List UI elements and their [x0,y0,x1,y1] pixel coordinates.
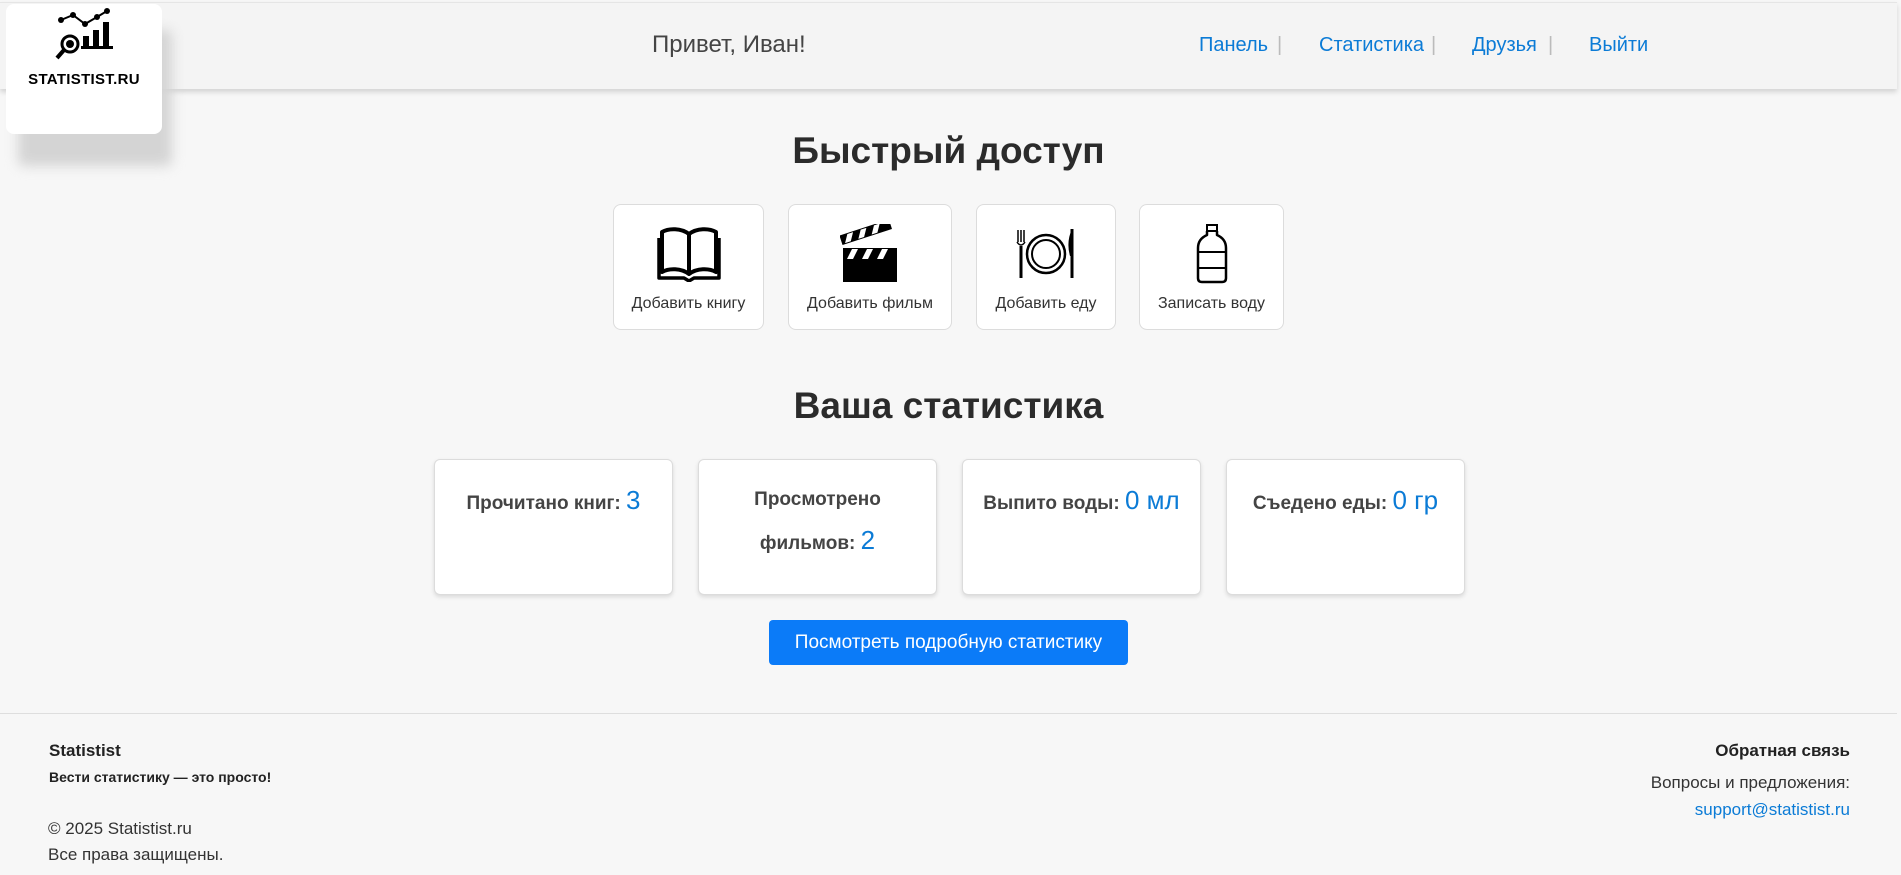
book-icon [656,227,721,282]
add-film-button[interactable]: Добавить фильм [788,204,952,330]
add-food-label: Добавить еду [995,295,1097,312]
quick-access-title: Быстрый доступ [792,130,1105,171]
stat-card-food: Съедено еды: 0 гр [1226,459,1465,595]
stat-label-food: Съедено еды: [1252,493,1388,514]
feedback-title: Обратная связь [1715,741,1850,760]
stat-card-films: Просмотрено фильмов: 2 [698,459,937,595]
stat-value-food: 0 гр [1392,485,1439,515]
stat-value-films: 2 [860,525,876,555]
log-water-button[interactable]: Записать воду [1139,204,1284,330]
feedback-text: Вопросы и предложения: [1650,773,1850,792]
view-detailed-stats-button[interactable]: Посмотреть подробную статистику [769,620,1128,665]
stat-card-books: Прочитано книг: 3 [434,459,673,595]
footer-brand: Statistist [49,741,121,760]
site-logo[interactable]: STATISTIST.RU [6,4,162,134]
log-water-label: Записать воду [1157,295,1266,312]
stat-label-water: Выпито воды: [983,493,1120,514]
logo-text: STATISTIST.RU [28,71,140,88]
stat-value-water: 0 мл [1125,485,1180,515]
nav-separator: | [1548,34,1554,56]
stat-card-water: Выпито воды: 0 мл [962,459,1201,595]
greeting: Привет, Иван! [652,31,806,58]
footer-tagline: Вести статистику — это просто! [49,769,272,785]
stats-title: Ваша статистика [793,385,1104,426]
stat-label-books: Прочитано книг: [466,493,621,514]
footer-rights: Все права защищены. [48,845,224,864]
nav-dashboard[interactable]: Панель [1199,34,1268,57]
plate-cutlery-icon [1016,229,1074,278]
footer-copyright: © 2025 Statistist.ru [48,819,192,838]
nav-statistics[interactable]: Статистика [1319,34,1424,57]
clapperboard-icon [840,224,897,282]
add-book-button[interactable]: Добавить книгу [613,204,764,330]
stat-value-books: 3 [626,485,641,515]
add-book-label: Добавить книгу [631,295,746,312]
footer: Statistist Вести статистику — это просто… [0,713,1897,875]
nav-logout[interactable]: Выйти [1589,34,1648,57]
nav-separator: | [1277,34,1283,56]
add-food-button[interactable]: Добавить еду [976,204,1116,330]
nav-friends[interactable]: Друзья [1472,34,1537,57]
chart-magnifier-icon [55,8,113,60]
nav-separator: | [1431,34,1437,56]
support-email-link[interactable]: support@statistist.ru [1695,800,1850,820]
add-film-label: Добавить фильм [807,295,933,312]
water-bottle-icon [1196,224,1227,284]
